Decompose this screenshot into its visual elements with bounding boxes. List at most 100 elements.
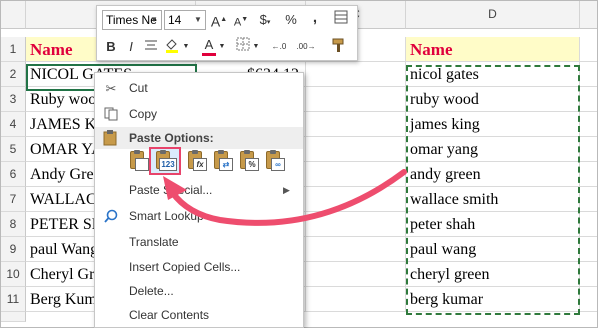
fill-color-dropdown-icon[interactable]: ▼: [181, 37, 191, 57]
menu-item-insert-copied-cells[interactable]: Insert Copied Cells...: [95, 256, 303, 279]
paste-formatting-button[interactable]: %: [237, 149, 259, 173]
percent-brush-icon: %: [245, 158, 259, 171]
row-header[interactable]: 8: [1, 212, 26, 237]
header-cell-d[interactable]: Name: [406, 37, 580, 62]
cell-d[interactable]: cheryl green: [406, 262, 580, 287]
row-header[interactable]: 6: [1, 162, 26, 187]
menu-item-label: Cut: [129, 81, 148, 95]
cell-e[interactable]: [580, 187, 597, 212]
row-header[interactable]: 3: [1, 87, 26, 112]
comma-button[interactable]: ,: [305, 8, 325, 28]
paste-options-header: Paste Options:: [95, 127, 303, 149]
font-color-button[interactable]: A: [199, 35, 219, 56]
cell-d[interactable]: wallace smith: [406, 187, 580, 212]
cell-d[interactable]: paul wang: [406, 237, 580, 262]
menu-item-copy[interactable]: Copy: [95, 103, 303, 126]
cell-e[interactable]: [580, 212, 597, 237]
cell-d[interactable]: berg kumar: [406, 287, 580, 312]
search-icon: [103, 209, 119, 225]
column-header-e[interactable]: [580, 1, 597, 29]
row-header[interactable]: 10: [1, 262, 26, 287]
cell-c[interactable]: [306, 112, 406, 137]
menu-item-delete[interactable]: Delete...: [95, 280, 303, 303]
borders-icon[interactable]: [233, 37, 253, 57]
cell-e[interactable]: [580, 62, 597, 87]
row-header[interactable]: 9: [1, 237, 26, 262]
cell-d[interactable]: omar yang: [406, 137, 580, 162]
cell-c[interactable]: [306, 137, 406, 162]
menu-item-translate[interactable]: Translate: [95, 231, 303, 254]
row-header[interactable]: [1, 312, 26, 322]
menu-item-label: Clear Contents: [129, 308, 210, 322]
percent-button[interactable]: %: [281, 10, 301, 30]
paste-link-button[interactable]: ∞: [263, 149, 285, 173]
cell-e[interactable]: [580, 112, 597, 137]
cell-c[interactable]: [306, 262, 406, 287]
document-icon: [135, 158, 149, 171]
menu-item-label: Paste Special...: [129, 183, 213, 197]
align-center-icon[interactable]: [141, 37, 161, 57]
bold-button[interactable]: B: [101, 37, 121, 57]
cell-e[interactable]: [580, 37, 597, 62]
cell-c[interactable]: [306, 62, 406, 87]
menu-item-label: Copy: [129, 107, 158, 121]
chevron-down-icon[interactable]: ▼: [192, 11, 204, 29]
values-badge: 123: [159, 158, 177, 171]
cell-e[interactable]: [580, 262, 597, 287]
menu-item-cut[interactable]: ✂ Cut: [95, 77, 303, 100]
font-name-box[interactable]: Times Ne ▼: [102, 10, 162, 30]
paste-button[interactable]: [127, 149, 149, 173]
menu-item-clear-contents[interactable]: Clear Contents: [95, 304, 303, 327]
cell-e[interactable]: [580, 287, 597, 312]
context-menu: ✂ Cut Copy Paste Options: 123 fx ⇄ % ∞ P…: [94, 72, 304, 328]
row-header[interactable]: 1: [1, 37, 26, 62]
mini-toolbar: Times Ne ▼ 14 ▼ A▲ A▼ $▾ % , B I ▼ A ▼ ▼…: [96, 5, 358, 61]
cell-d[interactable]: andy green: [406, 162, 580, 187]
cell-c[interactable]: [306, 287, 406, 312]
row-header[interactable]: 11: [1, 287, 26, 312]
row-header[interactable]: 2: [1, 62, 26, 87]
currency-button[interactable]: $▾: [255, 10, 275, 30]
column-header-d[interactable]: D: [406, 1, 580, 29]
fx-icon: fx: [193, 158, 207, 171]
menu-item-label: Smart Lookup: [129, 209, 204, 223]
menu-item-smart-lookup[interactable]: Smart Lookup: [95, 205, 303, 228]
paste-transpose-button[interactable]: ⇄: [211, 149, 233, 173]
row-header[interactable]: 5: [1, 137, 26, 162]
chevron-down-icon[interactable]: ▼: [148, 11, 160, 29]
shrink-font-button[interactable]: A▼: [231, 10, 251, 30]
cell-e[interactable]: [580, 137, 597, 162]
cell-d[interactable]: peter shah: [406, 212, 580, 237]
increase-decimal-button[interactable]: ←.0: [267, 37, 291, 57]
paste-values-button[interactable]: 123: [149, 147, 181, 175]
menu-item-label: Insert Copied Cells...: [129, 260, 241, 274]
corner-header[interactable]: [1, 1, 26, 29]
format-table-icon[interactable]: [331, 10, 351, 30]
cell-d[interactable]: ruby wood: [406, 87, 580, 112]
cell-c[interactable]: [306, 237, 406, 262]
paste-formulas-button[interactable]: fx: [185, 149, 207, 173]
grow-font-button[interactable]: A▲: [209, 10, 229, 30]
cell-d[interactable]: james king: [406, 112, 580, 137]
cell-e[interactable]: [580, 237, 597, 262]
link-icon: ∞: [271, 158, 285, 171]
cell-c[interactable]: [306, 187, 406, 212]
fill-color-icon[interactable]: [163, 37, 183, 57]
cell-c[interactable]: [306, 162, 406, 187]
font-size-box[interactable]: 14 ▼: [164, 10, 206, 30]
row-header[interactable]: 4: [1, 112, 26, 137]
cell-c[interactable]: [306, 87, 406, 112]
row-header[interactable]: 7: [1, 187, 26, 212]
format-painter-icon[interactable]: [329, 37, 349, 57]
cell-c[interactable]: [306, 212, 406, 237]
chevron-right-icon: ▶: [283, 185, 290, 195]
decrease-decimal-button[interactable]: .00→: [293, 37, 319, 57]
paste-icon: [103, 130, 117, 153]
cell-e[interactable]: [580, 162, 597, 187]
menu-item-paste-special[interactable]: Paste Special... ▶: [95, 179, 303, 202]
borders-dropdown-icon[interactable]: ▼: [251, 37, 261, 57]
cell-d[interactable]: nicol gates: [406, 62, 580, 87]
font-color-dropdown-icon[interactable]: ▼: [217, 37, 227, 57]
cell-e[interactable]: [580, 87, 597, 112]
italic-button[interactable]: I: [121, 37, 141, 57]
